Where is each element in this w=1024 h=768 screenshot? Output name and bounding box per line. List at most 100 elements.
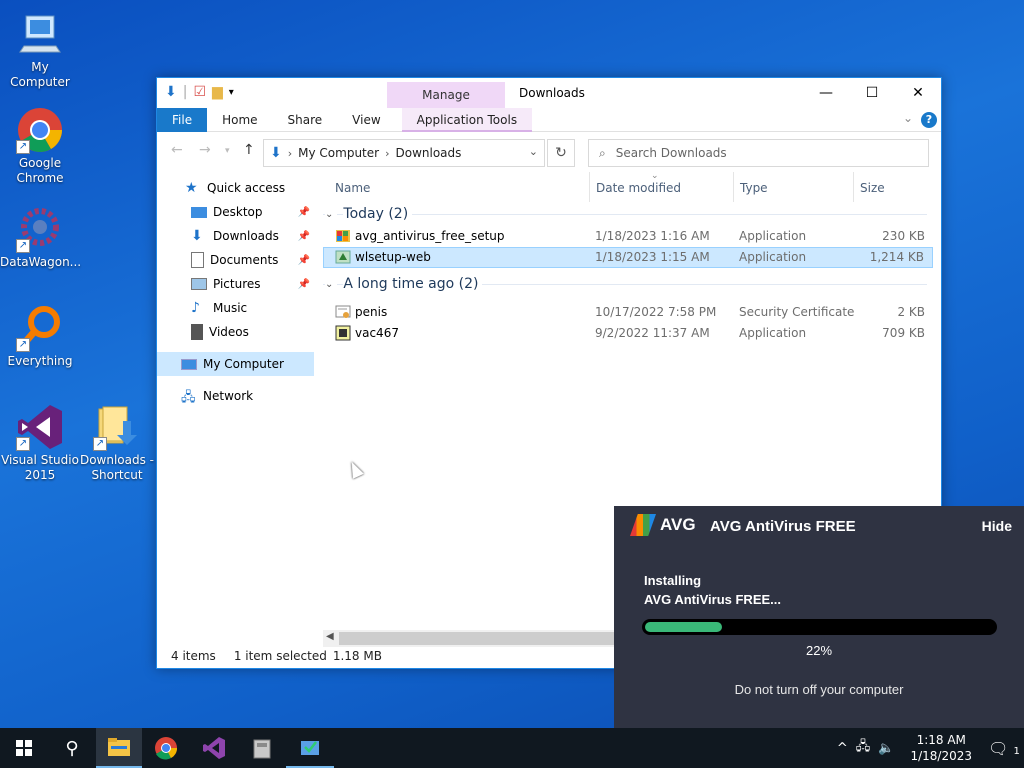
properties-icon[interactable]: ☑ bbox=[193, 84, 206, 100]
manage-contextual-tab[interactable]: Manage bbox=[387, 82, 505, 108]
install-progress-bar bbox=[642, 619, 997, 635]
pin-icon[interactable]: 📌 bbox=[298, 279, 310, 290]
group-header[interactable]: ⌄ A long time ago (2) bbox=[323, 272, 933, 296]
address-bar[interactable]: ⬇ › My Computer › Downloads ⌄ bbox=[263, 139, 545, 167]
clock-time: 1:18 AM bbox=[916, 733, 966, 747]
start-button[interactable] bbox=[0, 728, 48, 768]
desktop-icon-label: Everything bbox=[7, 354, 73, 368]
navigation-pane: ★ Quick access Desktop 📌 ⬇ Downloads 📌 D… bbox=[157, 172, 314, 642]
selection-size: 1.18 MB bbox=[332, 649, 382, 663]
tab-view[interactable]: View bbox=[337, 108, 395, 132]
avg-installer-icon bbox=[335, 228, 351, 244]
file-name: wlsetup-web bbox=[355, 250, 431, 264]
address-dropdown-icon[interactable]: ⌄ bbox=[529, 145, 538, 158]
file-row[interactable]: penis 10/17/2022 7:58 PM Security Certif… bbox=[323, 302, 933, 323]
pin-icon[interactable]: 📌 bbox=[298, 207, 310, 218]
documents-icon bbox=[191, 252, 204, 268]
download-arrow-icon[interactable]: ⬇ bbox=[165, 84, 177, 100]
windows-logo-icon bbox=[16, 740, 32, 756]
file-row[interactable]: vac467 9/2/2022 11:37 AM Application 709… bbox=[323, 323, 933, 344]
forward-arrow-icon[interactable]: → bbox=[199, 142, 211, 158]
sort-indicator-icon: ⌄ bbox=[651, 171, 659, 181]
group-header[interactable]: ⌄ Today (2) bbox=[323, 202, 933, 226]
tab-file[interactable]: File bbox=[157, 107, 208, 132]
maximize-button[interactable]: ☐ bbox=[849, 78, 895, 108]
nav-network[interactable]: 🖧 Network bbox=[157, 384, 314, 408]
desktop-icon-my-computer[interactable]: My Computer bbox=[0, 10, 80, 90]
music-note-icon: ♪ bbox=[191, 300, 200, 316]
desktop-icon-datawagon[interactable]: ↗ DataWagon... bbox=[0, 205, 82, 270]
clock[interactable]: 1:18 AM 1/18/2023 bbox=[898, 732, 984, 764]
new-folder-icon[interactable]: ▆ bbox=[212, 84, 223, 100]
customize-toolbar-icon[interactable]: ▾ bbox=[229, 87, 234, 98]
avg-title: AVG AntiVirus FREE bbox=[710, 518, 856, 535]
minimize-button[interactable]: — bbox=[803, 78, 849, 108]
chevron-up-icon[interactable]: ^ bbox=[833, 741, 852, 756]
desktop-icon-everything[interactable]: ↗ Everything bbox=[0, 304, 80, 369]
refresh-button[interactable]: ↻ bbox=[547, 139, 575, 167]
taskbar-chrome[interactable] bbox=[142, 728, 190, 768]
nav-label: My Computer bbox=[203, 357, 284, 371]
tab-home[interactable]: Home bbox=[207, 108, 272, 132]
nav-videos[interactable]: Videos bbox=[157, 320, 314, 344]
nav-documents[interactable]: Documents 📌 bbox=[157, 248, 314, 272]
taskbar-visual-studio[interactable] bbox=[190, 728, 238, 768]
file-name: vac467 bbox=[355, 326, 399, 340]
application-icon bbox=[335, 325, 351, 341]
avg-install-popup: AVG AVG AntiVirus FREE Hide Installing A… bbox=[614, 506, 1024, 728]
scroll-left-icon[interactable]: ◀ bbox=[326, 631, 334, 642]
notification-count: 1 bbox=[1013, 745, 1020, 757]
network-icon[interactable]: 🖧 bbox=[852, 737, 875, 759]
action-center-button[interactable]: 🗨 1 bbox=[984, 739, 1024, 758]
desktop-icon-label: DataWagon... bbox=[0, 255, 82, 269]
taskbar-installer-app[interactable] bbox=[238, 728, 286, 768]
nav-downloads[interactable]: ⬇ Downloads 📌 bbox=[157, 224, 314, 248]
close-button[interactable]: ✕ bbox=[895, 78, 941, 108]
clock-date: 1/18/2023 bbox=[910, 749, 972, 763]
volume-icon[interactable]: 🔈 bbox=[874, 741, 898, 756]
selection-info: 1 item selected bbox=[233, 649, 327, 663]
taskbar-file-explorer[interactable] bbox=[96, 728, 142, 768]
file-date: 1/18/2023 1:15 AM bbox=[595, 250, 710, 264]
tab-application-tools[interactable]: Application Tools bbox=[401, 107, 533, 132]
nav-quick-access[interactable]: ★ Quick access bbox=[157, 176, 314, 200]
desktop-icon-downloads-shortcut[interactable]: ↗ Downloads - Shortcut bbox=[77, 403, 157, 483]
title-bar[interactable]: ⬇ | ☑ ▆ ▾ Manage Downloads — ☐ ✕ bbox=[157, 78, 941, 108]
quick-access-toolbar: ⬇ | ☑ ▆ ▾ bbox=[165, 84, 234, 100]
column-name[interactable]: Name bbox=[335, 181, 370, 195]
power-warning: Do not turn off your computer bbox=[734, 682, 904, 697]
pin-icon[interactable]: 📌 bbox=[298, 255, 310, 266]
file-size: 709 KB bbox=[882, 326, 925, 340]
column-type[interactable]: Type bbox=[740, 181, 768, 195]
nav-my-computer[interactable]: My Computer bbox=[157, 352, 314, 376]
nav-desktop[interactable]: Desktop 📌 bbox=[157, 200, 314, 224]
file-row[interactable]: avg_antivirus_free_setup 1/18/2023 1:16 … bbox=[323, 226, 933, 247]
help-icon[interactable]: ? bbox=[921, 112, 937, 128]
group-label: A long time ago (2) bbox=[343, 276, 483, 292]
search-button[interactable]: ⚲ bbox=[48, 728, 96, 768]
nav-music[interactable]: ♪ Music bbox=[157, 296, 314, 320]
breadcrumb-separator-icon: › bbox=[385, 146, 390, 160]
taskbar-setup-app[interactable] bbox=[286, 728, 334, 768]
file-type: Application bbox=[739, 250, 807, 264]
nav-pictures[interactable]: Pictures 📌 bbox=[157, 272, 314, 296]
desktop-icon-visual-studio[interactable]: ↗ Visual Studio 2015 bbox=[0, 403, 80, 483]
tab-share[interactable]: Share bbox=[273, 108, 338, 132]
desktop-icon-google-chrome[interactable]: ↗ Google Chrome bbox=[0, 106, 80, 186]
file-row-selected[interactable]: wlsetup-web 1/18/2023 1:15 AM Applicatio… bbox=[323, 247, 933, 268]
pin-icon[interactable]: 📌 bbox=[298, 231, 310, 242]
up-arrow-icon[interactable]: ↑ bbox=[243, 142, 255, 158]
back-arrow-icon[interactable]: ← bbox=[171, 142, 183, 158]
column-size[interactable]: Size bbox=[860, 181, 885, 195]
recent-locations-icon[interactable]: ▾ bbox=[225, 146, 230, 156]
search-placeholder: Search Downloads bbox=[615, 146, 727, 160]
nav-label: Videos bbox=[209, 325, 249, 339]
breadcrumb-downloads[interactable]: Downloads bbox=[395, 146, 461, 160]
setup-window-icon bbox=[301, 741, 319, 755]
search-input[interactable]: ⌕ Search Downloads bbox=[588, 139, 929, 167]
breadcrumb-my-computer[interactable]: My Computer bbox=[298, 146, 379, 160]
expand-ribbon-icon[interactable]: ⌄ bbox=[903, 111, 913, 125]
column-date-modified[interactable]: Date modified bbox=[596, 181, 681, 195]
avg-logo: AVG bbox=[630, 514, 696, 536]
hide-button[interactable]: Hide bbox=[982, 518, 1012, 534]
